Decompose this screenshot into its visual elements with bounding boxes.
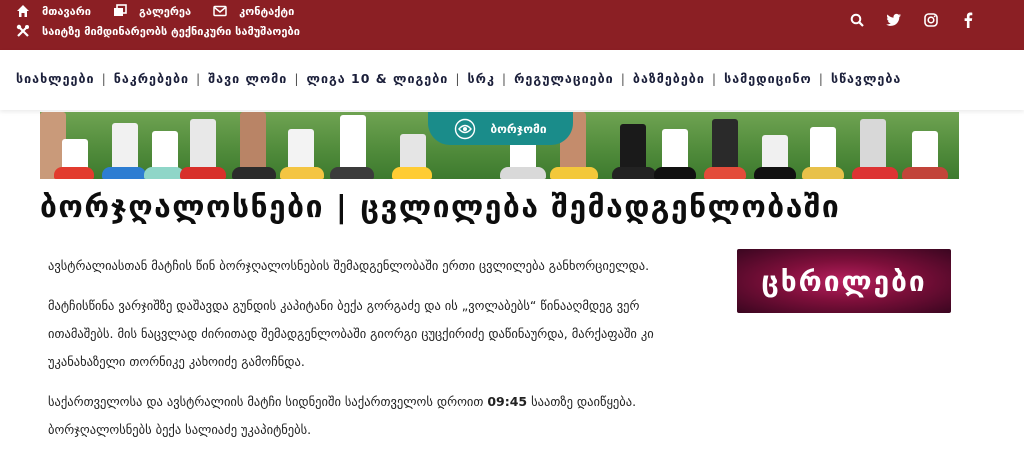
nav-separator: | xyxy=(294,71,300,86)
maintenance-notice: საიტზე მიმდინარეობს ტექნიკური სამუშაოები xyxy=(16,24,322,38)
nav-item-regulations[interactable]: რეგულაციები xyxy=(514,71,614,86)
nav-item-black-lion[interactable]: შავი ლომი xyxy=(208,71,287,86)
article-paragraph-3: საქართველოსა და ავსტრალიის მატჩი სიდნეიშ… xyxy=(48,388,708,444)
home-icon xyxy=(16,4,30,18)
tools-icon xyxy=(16,24,30,38)
nav-items: სიახლეები | ნაკრებები | შავი ლომი | ლიგა… xyxy=(16,71,901,86)
nav-separator: | xyxy=(501,71,508,86)
social-links xyxy=(830,10,978,30)
home-link[interactable]: მთავარი xyxy=(16,4,91,18)
nav-item-education[interactable]: სწავლება xyxy=(831,71,901,86)
match-time: 09:45 xyxy=(487,394,528,409)
contact-link-label: კონტაქტი xyxy=(239,4,295,18)
paragraph-3-text-before: საქართველოსა და ავსტრალიის მატჩი სიდნეიშ… xyxy=(48,394,488,409)
sponsor-badge: ბორჯომი xyxy=(428,112,573,145)
top-bar: მთავარი გალერეა კონტაქტი საიტზე მიმდინარ… xyxy=(0,0,1024,50)
nav-separator: | xyxy=(455,71,461,86)
nav-separator: | xyxy=(101,71,107,86)
paragraph-3-text-after: საათზე დაიწყება. xyxy=(527,394,637,409)
mail-icon xyxy=(213,4,227,18)
instagram-icon[interactable] xyxy=(921,10,941,30)
paragraph-3-line-2: ბორჯღალოსნებს ბექა სალიაძე უკაპიტნებს. xyxy=(48,422,312,437)
search-icon[interactable] xyxy=(847,10,867,30)
nav-separator: | xyxy=(196,71,202,86)
nav-item-teams[interactable]: ნაკრებები xyxy=(114,71,189,86)
gallery-icon xyxy=(113,4,127,18)
gallery-link[interactable]: გალერეა xyxy=(113,4,191,18)
facebook-icon[interactable] xyxy=(958,10,978,30)
nav-item-league[interactable]: ლიგა 10 & ლიგები xyxy=(307,71,449,86)
home-link-label: მთავარი xyxy=(42,4,92,18)
article-body: ავსტრალიასთან მატჩის წინ ბორჯღალოსნების … xyxy=(48,252,708,456)
main-nav: სიახლეები | ნაკრებები | შავი ლომი | ლიგა… xyxy=(0,50,1024,110)
top-links: მთავარი გალერეა კონტაქტი xyxy=(16,4,316,18)
contact-link[interactable]: კონტაქტი xyxy=(213,4,294,18)
nav-separator: | xyxy=(711,71,718,86)
nav-item-src[interactable]: სრკ xyxy=(468,71,495,86)
nav-item-bases[interactable]: ბაზმებები xyxy=(633,71,705,86)
nav-separator: | xyxy=(620,71,626,86)
sponsor-logo-icon xyxy=(454,118,476,140)
sponsor-badge-label: ბორჯომი xyxy=(490,121,547,136)
nav-item-news[interactable]: სიახლეები xyxy=(16,71,95,86)
gallery-link-label: გალერეა xyxy=(139,4,192,18)
article-title: ბორჯღალოსნები | ცვლილება შემადგენლობაში xyxy=(40,190,841,225)
nav-separator: | xyxy=(818,71,824,86)
standings-ad-label: ცხრილები xyxy=(761,264,927,298)
twitter-icon[interactable] xyxy=(884,10,904,30)
maintenance-label: საიტზე მიმდინარეობს ტექნიკური სამუშაოები xyxy=(42,24,300,38)
article-paragraph-2: მატჩისწინა ვარჯიშზე დაშავდა გუნდის კაპიტ… xyxy=(48,298,654,369)
nav-item-medical[interactable]: სამედიცინო xyxy=(724,71,812,86)
article-paragraph-1: ავსტრალიასთან მატჩის წინ ბორჯღალოსნების … xyxy=(48,258,650,273)
maintenance-link[interactable]: საიტზე მიმდინარეობს ტექნიკური სამუშაოები xyxy=(16,24,300,38)
standings-ad-banner[interactable]: ცხრილები xyxy=(737,249,951,313)
